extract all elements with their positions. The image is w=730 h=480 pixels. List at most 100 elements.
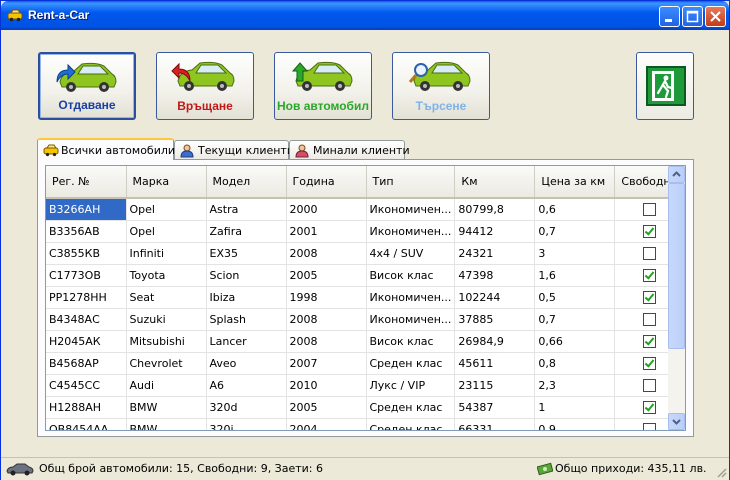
column-header[interactable]: Рег. № xyxy=(46,166,127,199)
table-cell-price[interactable]: 0,66 xyxy=(534,330,616,353)
return-button[interactable]: Връщане xyxy=(156,52,254,120)
column-header[interactable]: Модел xyxy=(206,166,287,199)
table-cell-year[interactable]: 2010 xyxy=(286,374,367,397)
available-checkbox[interactable] xyxy=(642,291,656,305)
table-cell-reg[interactable]: В3266АН xyxy=(46,198,127,221)
table-cell-make[interactable]: Opel xyxy=(126,220,207,243)
table-cell-year[interactable]: 2008 xyxy=(286,330,367,353)
table-cell-model[interactable]: A6 xyxy=(206,374,287,397)
table-cell-price[interactable]: 2,3 xyxy=(534,374,616,397)
table-cell-model[interactable]: Lancer xyxy=(206,330,287,353)
table-cell-model[interactable]: Scion xyxy=(206,264,287,287)
table-cell-type[interactable]: Среден клас xyxy=(366,418,456,430)
table-cell-make[interactable]: Seat xyxy=(126,286,207,309)
table-cell-year[interactable]: 2008 xyxy=(286,242,367,265)
available-checkbox[interactable] xyxy=(642,203,656,217)
scroll-thumb[interactable] xyxy=(668,183,685,349)
table-cell-make[interactable]: Opel xyxy=(126,198,207,221)
resize-grip-icon[interactable] xyxy=(715,466,727,478)
table-row[interactable]: В3266АН Opel Astra 2000 Икономичен... 80799,8… xyxy=(46,198,685,221)
table-cell-year[interactable]: 2005 xyxy=(286,396,367,419)
table-cell-type[interactable]: 4x4 / SUV xyxy=(366,242,456,265)
table-cell-year[interactable]: 2005 xyxy=(286,264,367,287)
table-cell-type[interactable]: Среден клас xyxy=(366,396,456,419)
available-checkbox[interactable] xyxy=(642,247,656,261)
table-cell-reg[interactable]: В3356АВ xyxy=(46,220,127,243)
scroll-down-button[interactable] xyxy=(668,413,685,430)
table-row[interactable]: С3855КВ Infiniti EX35 2008 4x4 / SUV 24321 3 xyxy=(46,242,685,265)
title-bar[interactable]: Rent-a-Car xyxy=(1,1,729,30)
table-cell-reg[interactable]: В4348АС xyxy=(46,308,127,331)
table-row[interactable]: Н2045АК Mitsubishi Lancer 2008 Висок клас 269… xyxy=(46,330,685,353)
table-cell-type[interactable]: Лукс / VIP xyxy=(366,374,456,397)
table-cell-type[interactable]: Икономичен... xyxy=(366,220,456,243)
table-cell-make[interactable]: Chevrolet xyxy=(126,352,207,375)
table-cell-type[interactable]: Икономичен... xyxy=(366,198,456,221)
rent-out-button[interactable]: Отдаване xyxy=(38,52,136,120)
table-cell-make[interactable]: Toyota xyxy=(126,264,207,287)
tab-all-cars[interactable]: Всички автомобили xyxy=(37,138,175,160)
table-cell-price[interactable]: 3 xyxy=(534,242,616,265)
table-row[interactable]: РР1278НН Seat Ibiza 1998 Икономичен... 102244… xyxy=(46,286,685,309)
table-cell-make[interactable]: BMW xyxy=(126,396,207,419)
available-checkbox[interactable] xyxy=(642,269,656,283)
available-checkbox[interactable] xyxy=(642,313,656,327)
table-cell-reg[interactable]: В4568АР xyxy=(46,352,127,375)
table-cell-reg[interactable]: С4545СС xyxy=(46,374,127,397)
table-cell-km[interactable]: 23115 xyxy=(454,374,536,397)
table-cell-make[interactable]: Suzuki xyxy=(126,308,207,331)
table-cell-make[interactable]: Audi xyxy=(126,374,207,397)
table-cell-model[interactable]: 320i xyxy=(206,418,287,430)
table-cell-price[interactable]: 0,7 xyxy=(534,220,616,243)
table-cell-make[interactable]: Infiniti xyxy=(126,242,207,265)
table-row[interactable]: С4545СС Audi A6 2010 Лукс / VIP 23115 2,3 xyxy=(46,374,685,397)
table-row[interactable]: С1773ОВ Toyota Scion 2005 Висок клас 47398 1,6 xyxy=(46,264,685,287)
table-cell-model[interactable]: 320d xyxy=(206,396,287,419)
table-cell-price[interactable]: 0,8 xyxy=(534,352,616,375)
table-cell-model[interactable]: Ibiza xyxy=(206,286,287,309)
exit-button[interactable] xyxy=(636,52,694,120)
table-row[interactable]: В4568АР Chevrolet Aveo 2007 Среден клас 45611… xyxy=(46,352,685,375)
table-cell-make[interactable]: BMW xyxy=(126,418,207,430)
cars-table[interactable]: Рег. № Марка Модел Година Тип Км Цена за… xyxy=(45,165,686,431)
column-header[interactable]: Цена за км xyxy=(534,166,616,199)
table-row[interactable]: Н1288АН BMW 320d 2005 Среден клас 54387 1 xyxy=(46,396,685,419)
table-cell-reg[interactable]: С3855КВ xyxy=(46,242,127,265)
table-cell-model[interactable]: EX35 xyxy=(206,242,287,265)
column-header[interactable]: Км xyxy=(454,166,536,199)
table-row[interactable]: В4348АС Suzuki Splash 2008 Икономичен... 3788… xyxy=(46,308,685,331)
vertical-scrollbar[interactable] xyxy=(668,166,685,430)
table-cell-km[interactable]: 66331 xyxy=(454,418,536,430)
table-cell-type[interactable]: Икономичен... xyxy=(366,286,456,309)
column-header[interactable]: Марка xyxy=(126,166,207,199)
table-cell-type[interactable]: Икономичен... xyxy=(366,308,456,331)
column-header[interactable]: Тип xyxy=(366,166,456,199)
available-checkbox[interactable] xyxy=(642,423,656,430)
table-cell-km[interactable]: 37885 xyxy=(454,308,536,331)
available-checkbox[interactable] xyxy=(642,335,656,349)
table-cell-type[interactable]: Висок клас xyxy=(366,330,456,353)
column-header[interactable]: Година xyxy=(286,166,367,199)
table-cell-reg[interactable]: РР1278НН xyxy=(46,286,127,309)
table-cell-price[interactable]: 0,9 xyxy=(534,418,616,430)
table-row[interactable]: В3356АВ Opel Zafira 2001 Икономичен... 94412 0… xyxy=(46,220,685,243)
table-cell-price[interactable]: 1 xyxy=(534,396,616,419)
table-cell-model[interactable]: Splash xyxy=(206,308,287,331)
table-cell-price[interactable]: 0,6 xyxy=(534,198,616,221)
new-car-button[interactable]: Нов автомобил xyxy=(274,52,372,120)
table-cell-price[interactable]: 1,6 xyxy=(534,264,616,287)
maximize-button[interactable] xyxy=(682,6,703,27)
table-row[interactable]: ОВ8454АА BMW 320i 2004 Среден клас 66331 0,9 xyxy=(46,418,685,430)
table-cell-make[interactable]: Mitsubishi xyxy=(126,330,207,353)
table-cell-reg[interactable]: Н2045АК xyxy=(46,330,127,353)
table-cell-km[interactable]: 54387 xyxy=(454,396,536,419)
table-cell-type[interactable]: Висок клас xyxy=(366,264,456,287)
table-cell-year[interactable]: 2004 xyxy=(286,418,367,430)
table-cell-model[interactable]: Zafira xyxy=(206,220,287,243)
table-cell-reg[interactable]: ОВ8454АА xyxy=(46,418,127,430)
table-cell-year[interactable]: 2007 xyxy=(286,352,367,375)
table-cell-price[interactable]: 0,5 xyxy=(534,286,616,309)
tab-current-clients[interactable]: Текущи клиенти xyxy=(174,140,294,159)
available-checkbox[interactable] xyxy=(642,225,656,239)
table-cell-year[interactable]: 2008 xyxy=(286,308,367,331)
